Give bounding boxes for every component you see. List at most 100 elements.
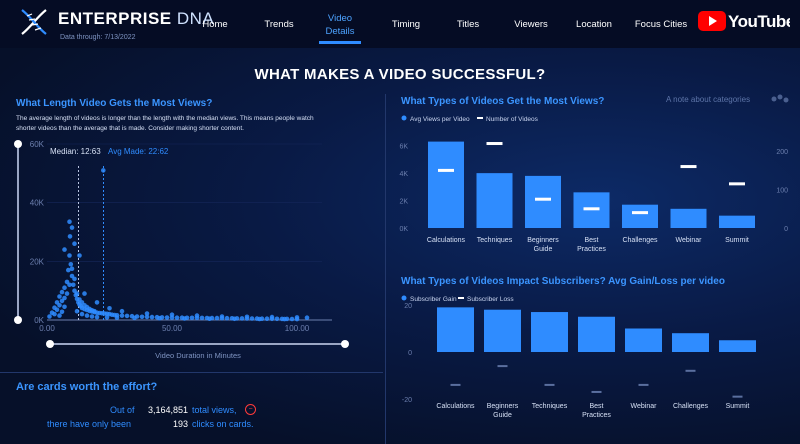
video-count-marker bbox=[535, 197, 551, 201]
brand-main: ENTERPRISE bbox=[58, 9, 172, 28]
scatter-point bbox=[139, 314, 145, 320]
scatter-point bbox=[89, 314, 95, 319]
subscriber-loss-marker bbox=[591, 390, 602, 393]
scatter-point bbox=[82, 291, 87, 296]
x-slider-handle-right bbox=[341, 340, 349, 348]
subscriber-loss-marker bbox=[544, 383, 555, 386]
scatter-point bbox=[59, 289, 65, 295]
scatter-point bbox=[289, 316, 295, 322]
cards-clicks-value: 193 bbox=[172, 419, 188, 429]
scatter-point bbox=[119, 313, 125, 318]
cards-row1-pre: Out of bbox=[110, 405, 135, 415]
subscriber-gain-bar bbox=[531, 312, 568, 352]
info-icon[interactable]: − bbox=[245, 404, 256, 415]
categories-note-link[interactable]: A note about categories bbox=[666, 95, 750, 104]
nav-titles[interactable]: Titles bbox=[450, 0, 486, 48]
scatter-point bbox=[214, 315, 220, 321]
scatter-point bbox=[72, 276, 77, 282]
x-tick-label: 50.00 bbox=[162, 324, 183, 333]
scatter-point bbox=[174, 315, 180, 320]
nav-timing[interactable]: Timing bbox=[387, 0, 425, 48]
subscriber-gain-bar bbox=[437, 307, 474, 352]
category-label: Webinar bbox=[676, 237, 703, 244]
scatter-point bbox=[69, 266, 75, 271]
scatter-point bbox=[69, 225, 75, 230]
scatter-point bbox=[67, 253, 72, 258]
category-label: Summit bbox=[726, 403, 750, 410]
subscriber-gain-bar bbox=[484, 309, 521, 352]
scatter-point bbox=[107, 306, 112, 311]
scatter-point bbox=[79, 311, 85, 317]
views-bar bbox=[476, 173, 513, 228]
nav-location[interactable]: Location bbox=[574, 0, 614, 48]
legend-gain-label: Subscriber Gain bbox=[410, 296, 457, 303]
scatter-point bbox=[101, 168, 106, 173]
scatter-point bbox=[269, 314, 275, 320]
scatter-point bbox=[62, 285, 67, 290]
views-bar bbox=[428, 141, 464, 228]
y-tick-label: 60K bbox=[30, 140, 45, 149]
nav-home[interactable]: Home bbox=[196, 0, 234, 48]
cards-total-views-value: 3,164,851 bbox=[147, 405, 188, 415]
category-label: Challenges bbox=[673, 403, 709, 410]
legend-num-label: Number of Videos bbox=[486, 116, 539, 123]
scatter-point bbox=[67, 234, 73, 239]
scatter-point bbox=[59, 309, 65, 315]
scatter-point bbox=[189, 315, 195, 321]
brand-name: ENTERPRISE DNA bbox=[58, 9, 214, 29]
x-axis-label: Video Duration in Minutes bbox=[155, 351, 241, 360]
scatter-point bbox=[119, 308, 125, 314]
divider-vertical bbox=[385, 94, 386, 444]
duration-scatter-chart: 60K40K20K0KMedian: 12:63 Avg Made: 22:620… bbox=[14, 140, 349, 360]
dna-logo-icon bbox=[21, 9, 47, 35]
subscriber-loss-marker bbox=[685, 369, 696, 372]
subscriber-gain-bar bbox=[672, 333, 709, 352]
video-count-marker bbox=[729, 182, 745, 186]
video-count-marker bbox=[486, 142, 503, 146]
youtube-wordmark: YouTube bbox=[728, 12, 790, 31]
subscriber-loss-marker bbox=[450, 383, 461, 386]
scatter-point bbox=[77, 253, 82, 258]
scatter-point bbox=[294, 315, 300, 320]
category-label: Summit bbox=[725, 237, 749, 244]
category-label: Best Practices bbox=[582, 403, 611, 419]
y-axis-tick: 0 bbox=[408, 350, 412, 357]
left-axis-tick: 2K bbox=[399, 199, 408, 206]
scatter-point bbox=[169, 312, 175, 317]
divider-horizontal bbox=[0, 372, 383, 373]
left-axis-tick: 6K bbox=[399, 144, 408, 151]
scatter-point bbox=[57, 294, 62, 299]
nav-trends[interactable]: Trends bbox=[260, 0, 298, 48]
video-count-marker bbox=[438, 168, 454, 172]
scatter-point bbox=[207, 316, 212, 321]
x-tick-label: 0.00 bbox=[39, 324, 55, 333]
video-count-marker bbox=[583, 207, 600, 211]
scatter-point bbox=[52, 311, 57, 317]
subscriber-gain-bar bbox=[625, 328, 662, 352]
cards-row1-post: total views, bbox=[192, 405, 237, 415]
views-bar bbox=[622, 204, 658, 228]
y-tick-label: 20K bbox=[30, 257, 45, 266]
right-axis-tick: 200 bbox=[776, 149, 788, 156]
scatter-point bbox=[304, 315, 310, 320]
nav-video-details[interactable]: Video Details bbox=[317, 0, 363, 48]
x-tick-label: 100.00 bbox=[285, 324, 310, 333]
subscriber-loss-marker bbox=[732, 395, 743, 398]
nav-viewers[interactable]: Viewers bbox=[510, 0, 552, 48]
scatter-point bbox=[68, 262, 74, 267]
cards-row2-pre: there have only been bbox=[47, 419, 132, 429]
youtube-logo[interactable]: YouTube bbox=[698, 10, 790, 32]
x-slider-handle-left bbox=[46, 340, 54, 348]
average-label: Avg Made: 22:62 bbox=[108, 147, 169, 156]
y-axis-tick: 20 bbox=[404, 303, 412, 310]
scatter-point bbox=[257, 316, 262, 322]
subscriber-gain-bar bbox=[578, 316, 615, 352]
views-bar bbox=[525, 175, 561, 228]
scatter-point bbox=[239, 316, 245, 321]
category-label: Calculations bbox=[436, 403, 475, 410]
scatter-point bbox=[144, 311, 150, 316]
data-through-label: Data through: 7/13/2022 bbox=[60, 34, 136, 41]
video-count-marker bbox=[632, 211, 648, 215]
nav-focus-cities[interactable]: Focus Cities bbox=[632, 0, 690, 48]
legend-gain-marker bbox=[401, 295, 407, 301]
